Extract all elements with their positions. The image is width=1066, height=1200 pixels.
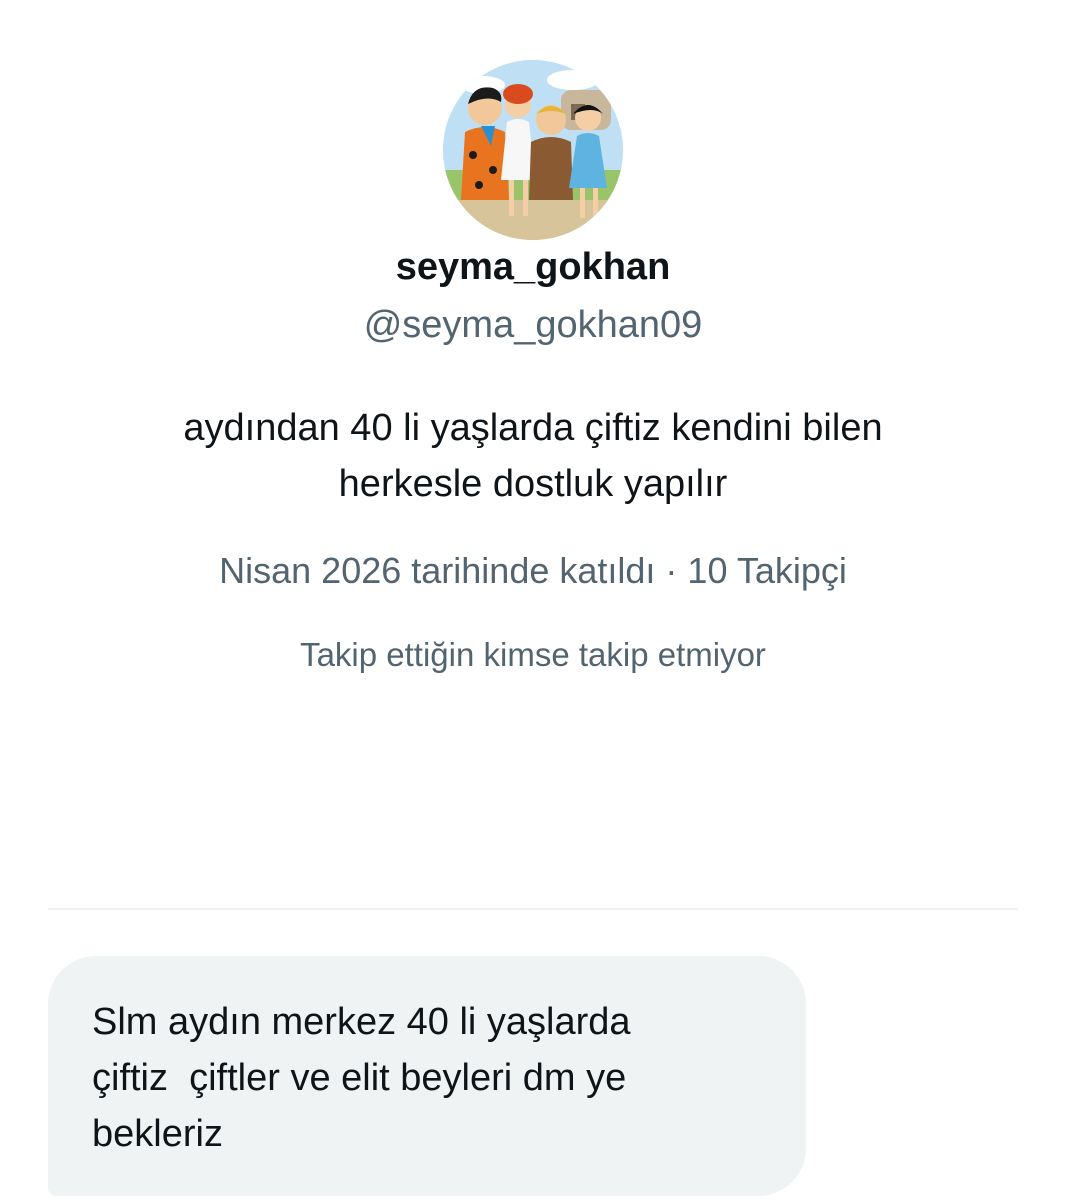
profile-header: seyma_gokhan @seyma_gokhan09 aydından 40… (0, 0, 1066, 900)
joined-date: Nisan 2026 tarihinde katıldı (219, 550, 656, 591)
profile-meta: Nisan 2026 tarihinde katıldı · 10 Takipçi (0, 548, 1066, 594)
divider (48, 908, 1018, 910)
profile-bio-line: herkesle dostluk yapılır (338, 463, 728, 505)
profile-bio: aydından 40 li yaşlarda çiftiz kendini b… (110, 400, 956, 512)
mutual-followers-note: Takip ettiğin kimse takip etmiyor (300, 636, 766, 673)
message-bubble[interactable]: Slm aydın merkez 40 li yaşlarda çiftiz ç… (48, 956, 806, 1196)
profile-display-name: seyma_gokhan (395, 246, 671, 288)
followers-count[interactable]: 10 Takipçi (687, 550, 846, 591)
avatar[interactable] (443, 60, 623, 240)
profile-handle[interactable]: @seyma_gokhan09 (0, 302, 1066, 348)
profile-bio-line: aydından 40 li yaşlarda çiftiz kendini b… (183, 407, 883, 449)
cartoon-group-avatar-icon (443, 60, 623, 240)
message-text: Slm aydın merkez 40 li yaşlarda çiftiz ç… (92, 1001, 631, 1155)
meta-separator: · (665, 550, 678, 591)
